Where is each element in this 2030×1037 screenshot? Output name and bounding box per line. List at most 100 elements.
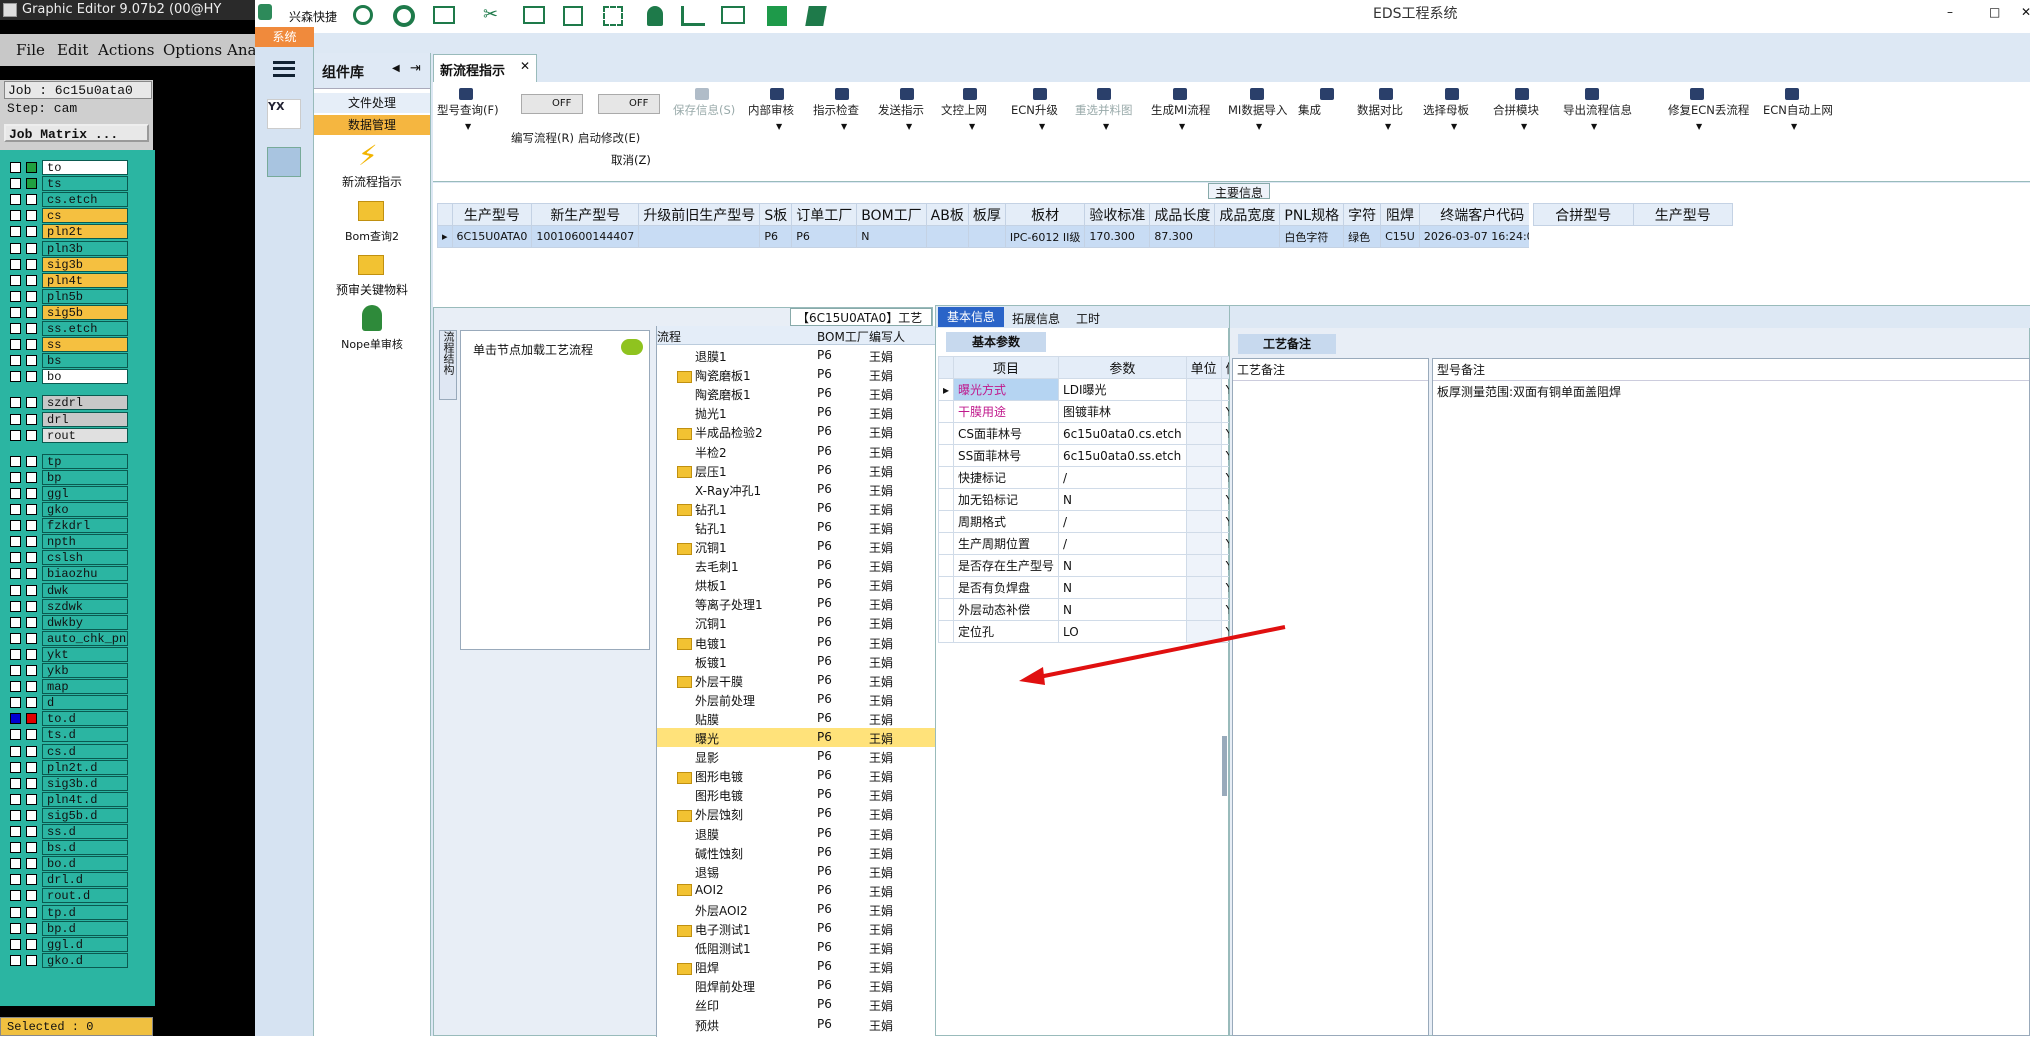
layer-checkbox[interactable] — [10, 242, 21, 254]
layer-row[interactable]: to.d — [6, 711, 128, 727]
layer-row[interactable]: drl.d — [6, 872, 128, 888]
menu-options[interactable]: Options — [163, 41, 222, 59]
cell[interactable]: 10010600144407 — [531, 225, 640, 248]
cancel-button[interactable]: 取消(Z) — [611, 152, 651, 168]
layer-color-box[interactable] — [26, 371, 37, 383]
layer-row[interactable]: rout — [6, 427, 128, 443]
close-tab-icon[interactable]: ✕ — [520, 59, 530, 73]
layer-checkbox[interactable] — [10, 258, 21, 270]
column-header[interactable]: 升级前旧生产型号 — [638, 203, 761, 226]
layer-color-box[interactable] — [26, 226, 37, 238]
layer-color-box[interactable] — [26, 520, 37, 532]
menu-actions[interactable]: Actions — [98, 41, 154, 59]
layer-color-box[interactable] — [26, 471, 37, 483]
dropdown-arrow-icon[interactable]: ▼ — [969, 122, 975, 131]
layer-checkbox[interactable] — [10, 568, 21, 580]
layer-color-box[interactable] — [26, 290, 37, 302]
search-icon[interactable] — [353, 5, 373, 25]
layer-checkbox[interactable] — [10, 274, 21, 286]
cell[interactable] — [925, 225, 969, 248]
layer-color-box[interactable] — [26, 777, 37, 789]
layer-checkbox[interactable] — [10, 745, 21, 757]
layer-row[interactable]: pln3b — [6, 240, 128, 256]
layer-row[interactable]: ggl — [6, 485, 128, 501]
layer-checkbox[interactable] — [10, 777, 21, 789]
layer-color-box[interactable] — [26, 890, 37, 902]
layer-color-box[interactable] — [26, 584, 37, 596]
cell[interactable] — [967, 225, 1006, 248]
layer-row[interactable]: ykt — [6, 646, 128, 662]
layer-row[interactable]: to — [6, 160, 128, 175]
layer-row[interactable]: sig3b — [6, 256, 128, 272]
tool-key-material[interactable]: 预审关键物料 — [314, 281, 430, 298]
layer-color-box[interactable] — [26, 874, 37, 886]
cell[interactable]: P6 — [791, 225, 858, 248]
user-icon[interactable] — [647, 6, 663, 26]
layer-color-box[interactable] — [26, 793, 37, 805]
toolbar-button[interactable]: 指示检查 — [813, 102, 859, 118]
layer-color-box[interactable] — [26, 536, 37, 548]
menu-data-management[interactable]: 数据管理 — [314, 115, 430, 135]
tree-column-header[interactable]: 流程 — [657, 328, 681, 345]
dropdown-arrow-icon[interactable]: ▼ — [1696, 122, 1702, 131]
job-matrix-button[interactable]: Job Matrix ... — [4, 124, 149, 142]
toolbar-button[interactable]: 导出流程信息 — [1563, 102, 1632, 118]
layer-color-box[interactable] — [26, 906, 37, 918]
layer-color-box[interactable] — [26, 274, 37, 286]
dropdown-arrow-icon[interactable]: ▼ — [1791, 122, 1797, 131]
layer-checkbox[interactable] — [10, 536, 21, 548]
layer-checkbox[interactable] — [10, 890, 21, 902]
layer-color-box[interactable] — [26, 504, 37, 515]
toolbar-button[interactable]: ECN升级 — [1011, 102, 1058, 118]
layer-checkbox[interactable] — [10, 455, 21, 467]
layer-row[interactable]: pln2t — [6, 224, 128, 240]
param-value[interactable]: / — [1058, 532, 1187, 555]
param-unit[interactable] — [1185, 510, 1222, 533]
param-value[interactable]: 图镀菲林 — [1058, 400, 1187, 423]
layer-checkbox[interactable] — [10, 371, 21, 383]
column-header[interactable]: 成品长度 — [1149, 203, 1216, 226]
menu-analysis[interactable]: Ana — [227, 41, 256, 59]
toolbar-button[interactable]: 选择母板 — [1423, 102, 1469, 118]
layer-color-box[interactable] — [26, 681, 37, 693]
layer-color-box[interactable] — [26, 162, 37, 173]
film-icon[interactable] — [523, 6, 545, 24]
layer-color-box[interactable] — [26, 616, 37, 628]
toggle-switch[interactable]: OFF — [521, 94, 583, 114]
tool-bom-query[interactable]: Bom查询2 — [314, 228, 430, 244]
cell[interactable]: 170.300 — [1084, 225, 1151, 248]
column-header[interactable]: 订单工厂 — [791, 203, 858, 226]
toolbar-button[interactable]: 集成 — [1298, 102, 1321, 118]
table-icon[interactable] — [433, 6, 455, 24]
dropdown-arrow-icon[interactable]: ▼ — [1451, 122, 1457, 131]
layer-color-box[interactable] — [26, 648, 37, 660]
layer-row[interactable]: szdwk — [6, 598, 128, 614]
cell[interactable]: 2026-03-07 16:24:01 — [1418, 225, 1529, 248]
layer-checkbox[interactable] — [10, 178, 21, 190]
layer-checkbox[interactable] — [10, 323, 21, 334]
layer-row[interactable]: sig3b.d — [6, 775, 128, 791]
layer-row[interactable]: dwk — [6, 582, 128, 598]
toolbar-button[interactable]: 发送指示 — [878, 102, 924, 118]
tab-extended-info[interactable]: 拓展信息 — [1012, 310, 1060, 327]
layer-color-box[interactable] — [26, 938, 37, 950]
layer-checkbox[interactable] — [10, 600, 21, 612]
layer-row[interactable]: auto_chk_pn — [6, 630, 128, 646]
param-value[interactable]: / — [1058, 466, 1187, 489]
grid-icon[interactable] — [603, 6, 623, 26]
layer-checkbox[interactable] — [10, 616, 21, 628]
layer-row[interactable]: pln4t.d — [6, 791, 128, 807]
layer-color-box[interactable] — [26, 455, 37, 467]
help-icon[interactable] — [393, 5, 415, 27]
toolbar-button[interactable]: 修复ECN丢流程 — [1668, 102, 1749, 118]
layer-checkbox[interactable] — [10, 429, 21, 441]
toolbar-button[interactable]: 生成MI流程 — [1151, 102, 1210, 118]
dropdown-arrow-icon[interactable]: ▼ — [841, 122, 847, 131]
layer-color-box[interactable] — [26, 809, 37, 821]
column-header[interactable]: 终端客户代码 — [1418, 203, 1529, 226]
layer-checkbox[interactable] — [10, 729, 21, 741]
layer-checkbox[interactable] — [10, 339, 21, 351]
windows-icon[interactable] — [767, 6, 787, 26]
maximize-button[interactable]: □ — [1989, 5, 2000, 19]
cell[interactable]: 87.300 — [1149, 225, 1216, 248]
